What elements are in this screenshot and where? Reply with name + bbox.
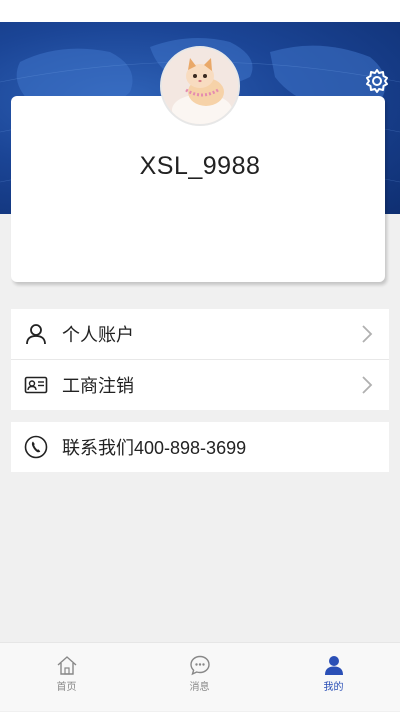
- tab-mine[interactable]: 我的: [267, 643, 400, 712]
- menu-item-label: 个人账户: [62, 325, 134, 345]
- chevron-right-icon: [362, 376, 373, 394]
- chevron-right-icon: [362, 325, 373, 343]
- tab-label: 消息: [189, 682, 210, 693]
- avatar[interactable]: [160, 46, 240, 126]
- message-icon: [190, 655, 210, 676]
- menu-item-label: 工商注销: [62, 375, 134, 396]
- id-card-icon: [24, 373, 48, 397]
- username: XSL_9988: [139, 152, 261, 180]
- home-icon: [57, 656, 77, 675]
- menu-group-account: 个人账户 工商注销: [11, 309, 389, 410]
- tab-label: 我的: [323, 682, 344, 693]
- menu-item-personal-account[interactable]: 个人账户: [11, 309, 389, 359]
- menu-group-contact: 联系我们400-898-3699: [11, 422, 389, 472]
- contact-label: 联系我们400-898-3699: [62, 438, 247, 458]
- tab-label: 首页: [56, 682, 77, 693]
- bottom-tab-bar: 首页 消息 我的: [0, 642, 400, 711]
- user-icon: [325, 656, 343, 675]
- status-bar: [0, 0, 400, 22]
- contact-us-phone[interactable]: 联系我们400-898-3699: [11, 422, 389, 472]
- tab-messages[interactable]: 消息: [133, 643, 266, 712]
- tab-home[interactable]: 首页: [0, 643, 133, 712]
- settings-gear-icon[interactable]: [364, 68, 390, 94]
- phone-icon: [24, 435, 48, 459]
- menu-item-business-deregistration[interactable]: 工商注销: [11, 359, 389, 409]
- person-icon: [24, 322, 48, 346]
